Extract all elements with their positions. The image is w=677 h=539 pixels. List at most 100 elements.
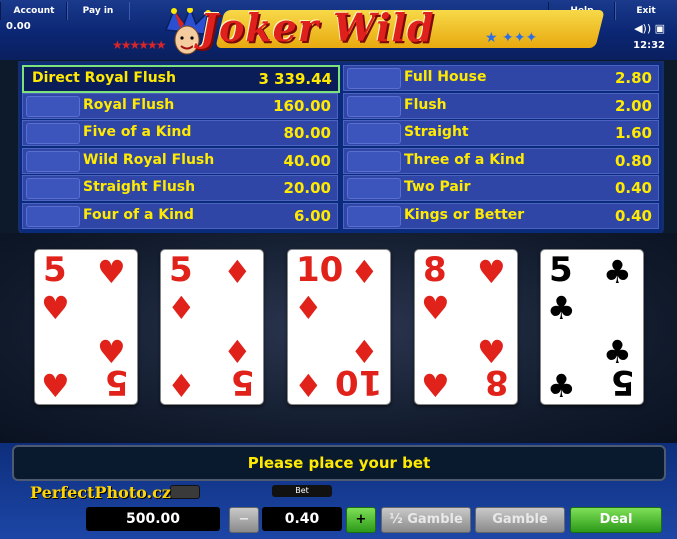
- payout-value: 0.80: [614, 152, 652, 170]
- payout-value: 40.00: [283, 152, 331, 170]
- payout-value: 3 339.44: [258, 70, 332, 88]
- suit-icon: ♦: [223, 253, 252, 291]
- suit-icon: ♥: [477, 253, 506, 291]
- payout-value: 6.00: [293, 207, 331, 225]
- watermark: PerfectPhoto.cz: [30, 483, 171, 502]
- paytable-marker: [26, 206, 80, 227]
- paytable-marker: [26, 123, 80, 144]
- hand-name: Royal Flush: [83, 97, 175, 113]
- payout-value: 0.40: [614, 207, 652, 225]
- paytable-marker: [347, 123, 401, 144]
- balance-display: 500.00: [86, 507, 220, 531]
- suit-icon: ♦: [294, 367, 323, 405]
- control-panel: Please place your bet PerfectPhoto.cz Be…: [0, 443, 677, 539]
- paytable-row: Full House 2.80: [343, 65, 659, 91]
- paytable-marker: [347, 178, 401, 199]
- credit-display: 0.00: [6, 21, 31, 32]
- hand-name: Straight: [404, 124, 469, 140]
- payout-value: 20.00: [283, 179, 331, 197]
- suit-icon: ♣: [603, 333, 632, 371]
- suit-icon: ♥: [41, 289, 70, 327]
- card-rank: 10: [296, 250, 344, 290]
- playing-card[interactable]: 8 8 ♥ ♥ ♥ ♥: [414, 249, 518, 405]
- top-bar: Account Pay in Help Exit 0.00 ◀)) ▣ 12:3…: [0, 0, 677, 60]
- card-rank: 5: [549, 250, 573, 290]
- suit-icon: ♦: [350, 253, 379, 291]
- card-rank: 5: [169, 250, 193, 290]
- paytable-marker: [347, 151, 401, 172]
- sound-icon[interactable]: ◀)) ▣: [634, 22, 665, 35]
- payout-value: 2.00: [614, 97, 652, 115]
- paytable-row: Direct Royal Flush 3 339.44: [22, 65, 340, 93]
- paytable-row: Royal Flush 160.00: [22, 93, 338, 119]
- bet-minus-button[interactable]: −: [229, 507, 259, 533]
- suit-icon: ♦: [167, 367, 196, 405]
- stars-decoration-right: ★ ✦✦✦: [485, 30, 538, 46]
- paytable-marker: [26, 96, 80, 117]
- bet-plus-button[interactable]: +: [346, 507, 376, 533]
- playing-card[interactable]: 10 10 ♦ ♦ ♦ ♦: [287, 249, 391, 405]
- account-button[interactable]: Account: [0, 2, 68, 20]
- paytable-row: Straight 1.60: [343, 120, 659, 146]
- paytable-marker: [26, 151, 80, 172]
- deal-button[interactable]: Deal: [570, 507, 662, 533]
- paytable-row: Three of a Kind 0.80: [343, 148, 659, 174]
- paytable-row: Wild Royal Flush 40.00: [22, 148, 338, 174]
- playing-card[interactable]: 5 5 ♦ ♦ ♦ ♦: [160, 249, 264, 405]
- hand-name: Wild Royal Flush: [83, 152, 215, 168]
- status-message: Please place your bet: [12, 445, 666, 481]
- suit-icon: ♦: [223, 333, 252, 371]
- suit-icon: ♥: [421, 367, 450, 405]
- suit-icon: ♣: [603, 253, 632, 291]
- suit-icon: ♦: [350, 333, 379, 371]
- paytable-row: Five of a Kind 80.00: [22, 120, 338, 146]
- payout-value: 80.00: [283, 124, 331, 142]
- payout-value: 2.80: [614, 69, 652, 87]
- suit-icon: ♣: [547, 367, 576, 405]
- playing-card[interactable]: 5 5 ♣ ♣ ♣ ♣: [540, 249, 644, 405]
- suit-icon: ♦: [294, 289, 323, 327]
- card-rank: 8: [423, 250, 447, 290]
- payout-value: 160.00: [273, 97, 331, 115]
- paytable-row: Straight Flush 20.00: [22, 175, 338, 201]
- bet-value-display: 0.40: [262, 507, 342, 531]
- half-gamble-button[interactable]: ½ Gamble: [381, 507, 471, 533]
- game-logo: Joker Wild: [200, 5, 435, 50]
- suit-icon: ♥: [421, 289, 450, 327]
- hand-name: Full House: [404, 69, 487, 85]
- hand-name: Direct Royal Flush: [32, 70, 176, 86]
- slider-track: [170, 485, 200, 499]
- suit-icon: ♥: [97, 333, 126, 371]
- paytable-row: Flush 2.00: [343, 93, 659, 119]
- hand-name: Straight Flush: [83, 179, 196, 195]
- payout-value: 1.60: [614, 124, 652, 142]
- paytable-marker: [347, 96, 401, 117]
- suit-icon: ♥: [97, 253, 126, 291]
- suit-icon: ♥: [41, 367, 70, 405]
- exit-button[interactable]: Exit: [614, 2, 677, 20]
- paytable-marker: [26, 178, 80, 199]
- paytable-marker: [347, 206, 401, 227]
- hand-name: Four of a Kind: [83, 207, 194, 223]
- bet-label: Bet: [272, 485, 332, 497]
- suit-icon: ♥: [477, 333, 506, 371]
- clock: 12:32: [633, 40, 665, 51]
- gamble-button[interactable]: Gamble: [475, 507, 565, 533]
- card-rank: 5: [43, 250, 67, 290]
- payout-value: 0.40: [614, 179, 652, 197]
- paytable-marker: [347, 68, 401, 89]
- paytable-row: Four of a Kind 6.00: [22, 203, 338, 229]
- suit-icon: ♦: [167, 289, 196, 327]
- paytable-row: Two Pair 0.40: [343, 175, 659, 201]
- stars-decoration-left: ★★★★★★: [112, 38, 167, 52]
- paytable: Direct Royal Flush 3 339.44 Royal Flush 160…: [18, 61, 664, 236]
- hand-name: Three of a Kind: [404, 152, 525, 168]
- hand-name: Kings or Better: [404, 207, 525, 223]
- suit-icon: ♣: [547, 289, 576, 327]
- playing-card[interactable]: 5 5 ♥ ♥ ♥ ♥: [34, 249, 138, 405]
- hand-name: Flush: [404, 97, 447, 113]
- pay-in-button[interactable]: Pay in: [66, 2, 130, 20]
- paytable-row: Kings or Better 0.40: [343, 203, 659, 229]
- hand-name: Five of a Kind: [83, 124, 192, 140]
- hand-name: Two Pair: [404, 179, 471, 195]
